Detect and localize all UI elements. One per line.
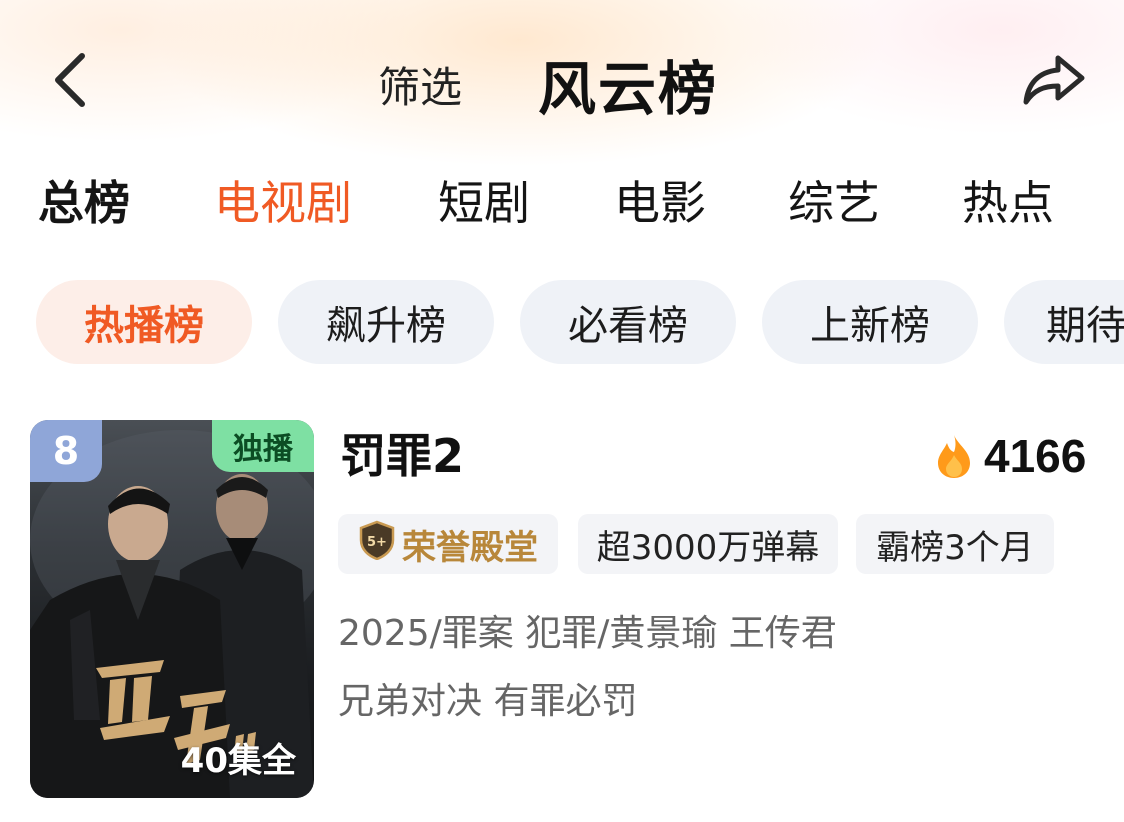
share-button[interactable] [1020,50,1088,110]
tag-honor-hall[interactable]: 5+ 荣誉殿堂 [338,514,558,574]
svg-text:5+: 5+ [367,535,387,550]
tab-overall[interactable]: 总榜 [38,170,130,236]
chip-new[interactable]: 上新榜 [762,280,978,364]
ranking-chips: 热播榜 飙升榜 必看榜 上新榜 期待 [36,280,1124,364]
flame-icon [938,435,970,478]
episode-count: 40集全 [180,741,296,781]
poster[interactable]: 8 独播 40集全 [30,420,314,798]
page-title: 风云榜 [538,55,719,123]
tab-short-drama[interactable]: 短剧 [438,170,530,236]
tab-hot[interactable]: 热点 [962,170,1054,236]
tab-movie[interactable]: 电影 [614,170,706,236]
item-meta: 2025/罪案 犯罪/黄景瑜 王传君 [338,613,837,654]
heat-value: 4166 [984,430,1087,482]
chip-must-watch[interactable]: 必看榜 [520,280,736,364]
tag-honor-label: 荣誉殿堂 [402,527,538,568]
tag-danmaku[interactable]: 超3000万弹幕 [578,514,838,574]
chevron-left-icon [55,53,85,107]
item-slogan: 兄弟对决 有罪必罚 [338,681,638,722]
rank-badge: 8 [30,420,102,482]
tab-variety[interactable]: 综艺 [788,170,880,236]
tag-top-months[interactable]: 霸榜3个月 [856,514,1054,574]
honor-shield-icon: 5+ [358,520,396,569]
item-title[interactable]: 罚罪2 [340,426,464,486]
chip-rising[interactable]: 飙升榜 [278,280,494,364]
filter-button[interactable]: 筛选 [378,54,462,115]
chip-anticipated[interactable]: 期待 [1004,280,1124,364]
exclusive-badge: 独播 [212,420,314,472]
tab-tv-series[interactable]: 电视剧 [214,170,352,236]
chip-hot-play[interactable]: 热播榜 [36,280,252,364]
share-arrow-icon [1023,55,1085,105]
heat-score: 4166 [934,430,1086,482]
back-button[interactable] [44,46,100,114]
header-center: 筛选 风云榜 [378,44,718,124]
